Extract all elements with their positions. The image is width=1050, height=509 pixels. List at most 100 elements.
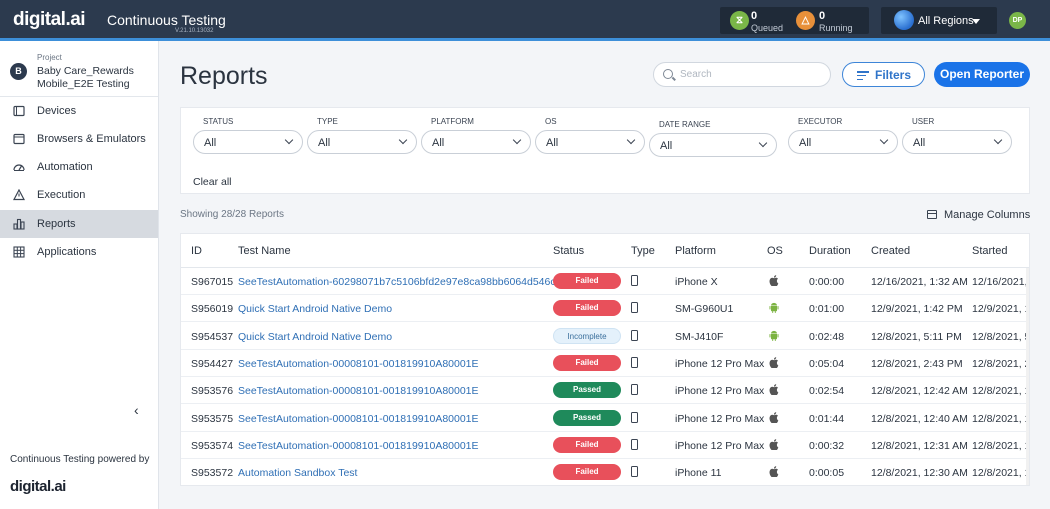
platform-value: SM-J410F xyxy=(675,330,724,343)
filter-status: STATUS All xyxy=(193,117,303,154)
project-badge: B xyxy=(10,63,27,80)
table-row[interactable]: S953575 SeeTestAutomation-00008101-001819… xyxy=(181,405,1030,432)
test-name-link[interactable]: Quick Start Android Native Demo xyxy=(238,303,392,315)
type-select[interactable]: All xyxy=(307,130,417,154)
column-header-platform[interactable]: Platform xyxy=(675,245,716,257)
started-value: 12/8/2021, 12 xyxy=(972,467,1030,480)
duration-value: 0:01:00 xyxy=(809,303,845,316)
apple-icon xyxy=(769,356,779,369)
applications-icon xyxy=(13,246,25,258)
sidebar-item-devices[interactable]: Devices xyxy=(0,97,158,125)
duration-value: 0:02:54 xyxy=(809,385,845,398)
started-value: 12/16/2021, xyxy=(972,276,1028,288)
chevron-down-icon xyxy=(879,135,889,145)
filter-panel: STATUS All TYPE All PLATFORM All OS All … xyxy=(180,107,1030,194)
test-name-link[interactable]: SeeTestAutomation-60298071b7c5106bfd2e97… xyxy=(238,276,561,288)
search-icon xyxy=(663,69,673,79)
running-icon: △ xyxy=(796,11,815,30)
report-id: S953574 xyxy=(191,439,234,452)
table-row[interactable]: S967015 SeeTestAutomation-60298071b7c5106… xyxy=(181,268,1029,295)
platform-select[interactable]: All xyxy=(421,130,531,154)
search-input[interactable]: Search xyxy=(653,62,831,87)
created-value: 12/8/2021, 12:42 AM xyxy=(871,385,968,398)
test-name-link[interactable]: SeeTestAutomation-00008101-001819910A800… xyxy=(238,440,479,452)
search-placeholder: Search xyxy=(680,69,712,80)
platform-value: iPhone 12 Pro Max xyxy=(675,385,765,398)
column-header-type[interactable]: Type xyxy=(631,245,655,257)
apple-icon xyxy=(769,384,779,396)
device-icon xyxy=(13,105,25,117)
filters-label: Filters xyxy=(875,68,912,82)
powered-by-text: Continuous Testing powered by xyxy=(10,454,150,465)
column-header-started[interactable]: Started xyxy=(972,245,1007,257)
duration-value: 0:02:48 xyxy=(809,330,845,343)
created-value: 12/8/2021, 12:31 AM xyxy=(871,439,968,452)
test-name-link[interactable]: SeeTestAutomation-00008101-001819910A800… xyxy=(238,413,479,425)
filters-button[interactable]: Filters xyxy=(842,62,925,87)
created-value: 12/8/2021, 12:30 AM xyxy=(871,467,968,480)
table-row[interactable]: S954537 Quick Start Android Native Demo In… xyxy=(181,323,1029,350)
started-value: 12/8/2021, 12 xyxy=(972,412,1030,425)
vertical-scrollbar[interactable] xyxy=(1026,268,1029,485)
column-header-created[interactable]: Created xyxy=(871,245,910,257)
table-row[interactable]: S953572 Automation Sandbox Test Failed iPho… xyxy=(181,459,1030,485)
os-select[interactable]: All xyxy=(535,130,645,154)
reports-table: ID Test Name Status Type Platform OS Dur… xyxy=(180,233,1030,486)
table-row[interactable]: S953574 SeeTestAutomation-00008101-001819… xyxy=(181,432,1030,459)
table-row[interactable]: S953576 SeeTestAutomation-00008101-001819… xyxy=(181,377,1029,405)
table-header: ID Test Name Status Type Platform OS Dur… xyxy=(181,234,1029,268)
test-name-link[interactable]: Quick Start Android Native Demo xyxy=(238,331,392,343)
sidebar-item-automation[interactable]: Automation xyxy=(0,153,158,181)
filter-caption: STATUS xyxy=(203,117,234,126)
version-label: V.21.10.13032 xyxy=(175,28,214,34)
platform-value: iPhone 12 Pro Max xyxy=(675,439,765,452)
status-select[interactable]: All xyxy=(193,130,303,154)
column-header-id[interactable]: ID xyxy=(191,245,202,257)
test-name-link[interactable]: SeeTestAutomation-00008101-001819910A800… xyxy=(238,385,479,397)
column-header-os[interactable]: OS xyxy=(767,245,783,257)
status-badge: Failed xyxy=(553,436,621,453)
clear-all-link[interactable]: Clear all xyxy=(193,176,232,188)
sidebar-item-browsers[interactable]: Browsers & Emulators xyxy=(0,125,158,153)
caret-down-icon xyxy=(972,19,980,24)
duration-value: 0:00:00 xyxy=(809,276,845,288)
started-value: 12/8/2021, 12 xyxy=(972,439,1030,452)
user-select[interactable]: All xyxy=(902,130,1012,154)
regions-dropdown[interactable]: All Regions xyxy=(881,7,997,34)
duration-value: 0:00:05 xyxy=(809,467,845,480)
sidebar-item-label: Automation xyxy=(37,161,93,173)
report-id: S953576 xyxy=(191,385,234,398)
regions-label: All Regions xyxy=(918,15,974,27)
report-id: S954427 xyxy=(191,357,234,370)
status-badge: Failed xyxy=(553,300,621,317)
created-value: 12/8/2021, 5:11 PM xyxy=(871,330,962,343)
apple-icon xyxy=(769,438,779,451)
column-header-duration[interactable]: Duration xyxy=(809,245,851,257)
project-selector[interactable]: B Project Baby Care_Rewards Mobile_E2E T… xyxy=(0,41,158,97)
queued-icon: ⧖ xyxy=(730,11,749,30)
columns-icon xyxy=(927,210,937,219)
collapse-sidebar-icon[interactable]: ‹ xyxy=(134,402,139,418)
date-range-select[interactable]: All xyxy=(649,133,777,157)
filter-executor: EXECUTOR All xyxy=(788,117,898,154)
column-header-test-name[interactable]: Test Name xyxy=(238,245,291,257)
user-avatar[interactable]: DP xyxy=(1009,12,1026,29)
test-name-link[interactable]: Automation Sandbox Test xyxy=(238,467,357,479)
sidebar: B Project Baby Care_Rewards Mobile_E2E T… xyxy=(0,41,159,509)
table-row[interactable]: S956019 Quick Start Android Native Demo Fa… xyxy=(181,295,1029,323)
sidebar-item-applications[interactable]: Applications xyxy=(0,238,158,266)
test-name-link[interactable]: SeeTestAutomation-00008101-001819910A800… xyxy=(238,358,479,370)
sidebar-item-reports[interactable]: Reports xyxy=(0,210,158,238)
status-badge: Failed xyxy=(553,354,621,371)
digital-ai-logo[interactable]: digital.ai xyxy=(13,9,86,31)
column-header-status[interactable]: Status xyxy=(553,245,584,257)
phone-icon xyxy=(631,356,638,368)
phone-icon xyxy=(631,411,638,423)
executor-select[interactable]: All xyxy=(788,130,898,154)
globe-icon xyxy=(894,10,914,30)
select-value: All xyxy=(660,140,673,152)
select-value: All xyxy=(913,137,926,149)
sidebar-item-execution[interactable]: Execution xyxy=(0,181,158,209)
open-reporter-button[interactable]: Open Reporter xyxy=(934,62,1030,87)
table-row[interactable]: S954427 SeeTestAutomation-00008101-001819… xyxy=(181,350,1029,377)
